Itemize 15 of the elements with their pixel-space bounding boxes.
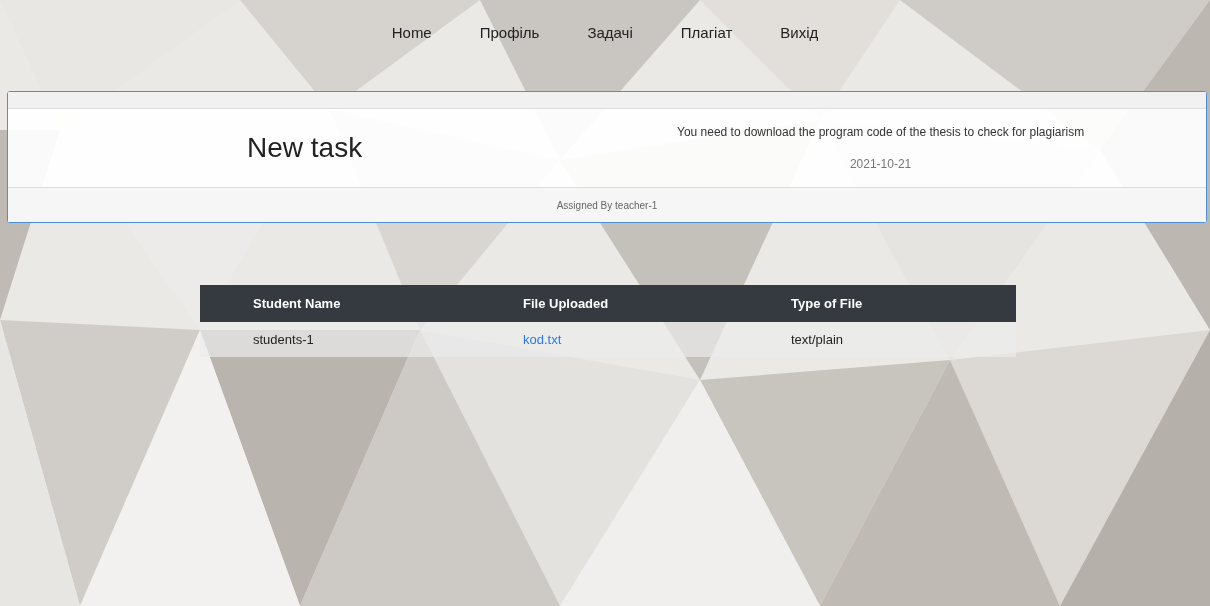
task-title: New task	[247, 132, 364, 164]
task-date: 2021-10-21	[849, 157, 912, 171]
column-header: Student Name	[200, 285, 470, 322]
nav-link[interactable]: Вихід	[780, 24, 819, 91]
assigned-by-text: Assigned By teacher-1	[556, 199, 658, 211]
file-link[interactable]: kod.txt	[523, 332, 562, 347]
table-cell: students-1	[200, 322, 470, 357]
nav-link[interactable]: Плагіат	[680, 24, 733, 91]
task-description: You need to download the program code of the thesis to check for plagiarism	[677, 125, 1085, 139]
nav-link[interactable]: Home	[391, 24, 432, 91]
nav-link[interactable]: Профіль	[479, 24, 540, 91]
nav-link[interactable]: Задачі	[587, 24, 633, 91]
column-header: Type of File	[738, 285, 1016, 322]
table-cell: text/plain	[738, 322, 1016, 357]
column-header: File Uploaded	[470, 285, 738, 322]
